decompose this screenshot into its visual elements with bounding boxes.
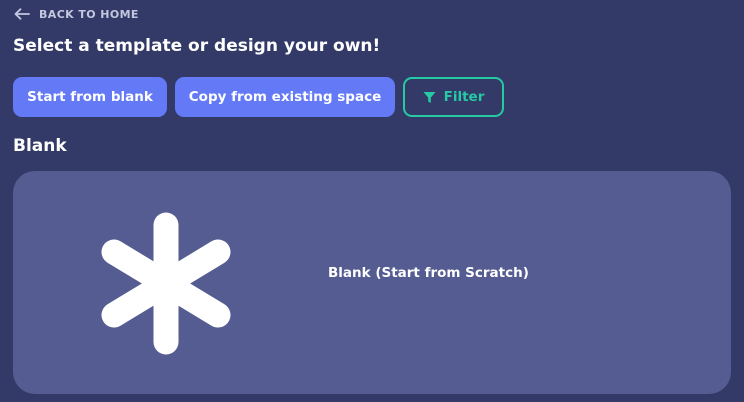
copy-from-existing-space-button[interactable]: Copy from existing space (175, 77, 395, 117)
filter-label: Filter (443, 89, 485, 105)
filter-button[interactable]: Filter (403, 77, 504, 117)
back-to-home-link[interactable]: BACK TO HOME (14, 5, 139, 23)
asterisk-icon (99, 211, 233, 356)
section-title-blank: Blank (13, 136, 67, 156)
start-from-blank-button[interactable]: Start from blank (13, 77, 167, 117)
action-bar: Start from blank Copy from existing spac… (13, 77, 504, 117)
filter-funnel-icon (423, 91, 436, 104)
arrow-left-icon (14, 8, 30, 20)
page-title: Select a template or design your own! (13, 36, 381, 56)
template-card-label: Blank (Start from Scratch) (328, 265, 529, 281)
back-to-home-label: BACK TO HOME (39, 7, 139, 21)
template-picker-page: BACK TO HOME Select a template or design… (0, 0, 744, 402)
template-card-blank[interactable]: Blank (Start from Scratch) (13, 171, 731, 394)
